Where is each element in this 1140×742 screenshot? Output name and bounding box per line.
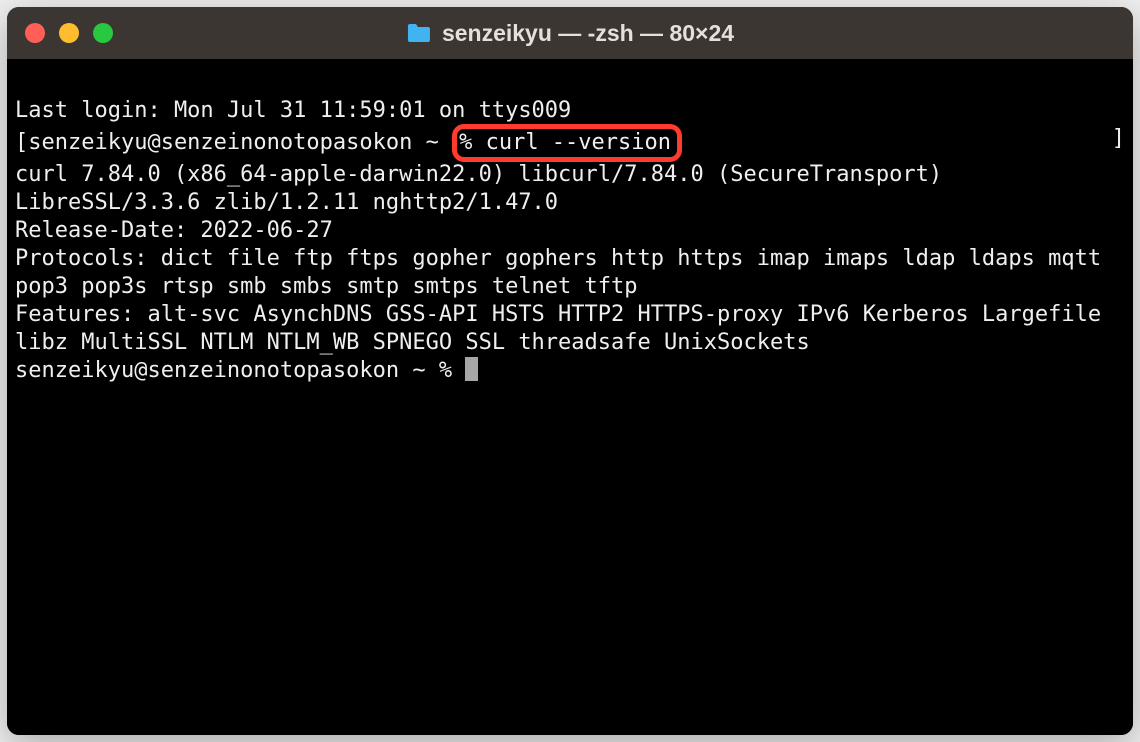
traffic-lights	[25, 23, 113, 43]
folder-icon	[406, 22, 432, 44]
output-line: curl 7.84.0 (x86_64-apple-darwin22.0) li…	[15, 161, 1125, 217]
minimize-button[interactable]	[59, 23, 79, 43]
close-button[interactable]	[25, 23, 45, 43]
titlebar[interactable]: senzeikyu — -zsh — 80×24	[7, 7, 1133, 59]
idle-prompt-line: senzeikyu@senzeinonotopasokon ~ %	[15, 357, 1125, 385]
title-center: senzeikyu — -zsh — 80×24	[406, 20, 734, 47]
terminal-window: senzeikyu — -zsh — 80×24 Last login: Mon…	[7, 7, 1133, 735]
highlighted-command: % curl --version	[452, 124, 682, 162]
last-login-line: Last login: Mon Jul 31 11:59:01 on ttys0…	[15, 97, 1125, 125]
command-prompt-line: [senzeikyu@senzeinonotopasokon ~ % curl …	[15, 125, 1125, 161]
output-line: Release-Date: 2022-06-27	[15, 217, 1125, 245]
output-line: Protocols: dict file ftp ftps gopher gop…	[15, 245, 1125, 301]
output-line: Features: alt-svc AsynchDNS GSS-API HSTS…	[15, 301, 1125, 357]
prompt-prefix: [senzeikyu@senzeinonotopasokon ~	[15, 130, 452, 155]
cursor-icon	[465, 357, 478, 381]
zoom-button[interactable]	[93, 23, 113, 43]
terminal-body[interactable]: Last login: Mon Jul 31 11:59:01 on ttys0…	[7, 59, 1133, 735]
window-title: senzeikyu — -zsh — 80×24	[442, 20, 734, 47]
prompt-idle: senzeikyu@senzeinonotopasokon ~ %	[15, 358, 465, 383]
bracket-close: ]	[1112, 125, 1125, 153]
